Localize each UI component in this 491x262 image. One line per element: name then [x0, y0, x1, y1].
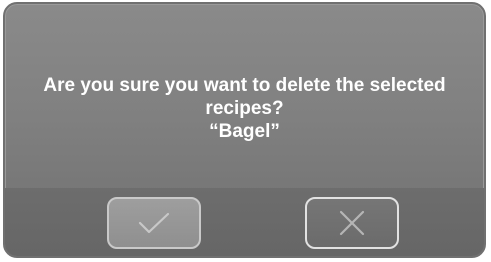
dialog-button-bar	[5, 188, 484, 256]
message-line-2: recipes?	[205, 98, 284, 119]
selected-recipe-name: “Bagel”	[209, 121, 280, 142]
cancel-delete-button[interactable]	[305, 197, 399, 249]
close-icon	[339, 210, 365, 236]
confirm-delete-button[interactable]	[107, 197, 201, 249]
delete-confirmation-dialog: Are you sure you want to delete the sele…	[3, 2, 486, 258]
dialog-message: Are you sure you want to delete the sele…	[15, 74, 474, 143]
check-icon	[138, 212, 170, 234]
message-line-1: Are you sure you want to delete the sele…	[43, 75, 446, 96]
